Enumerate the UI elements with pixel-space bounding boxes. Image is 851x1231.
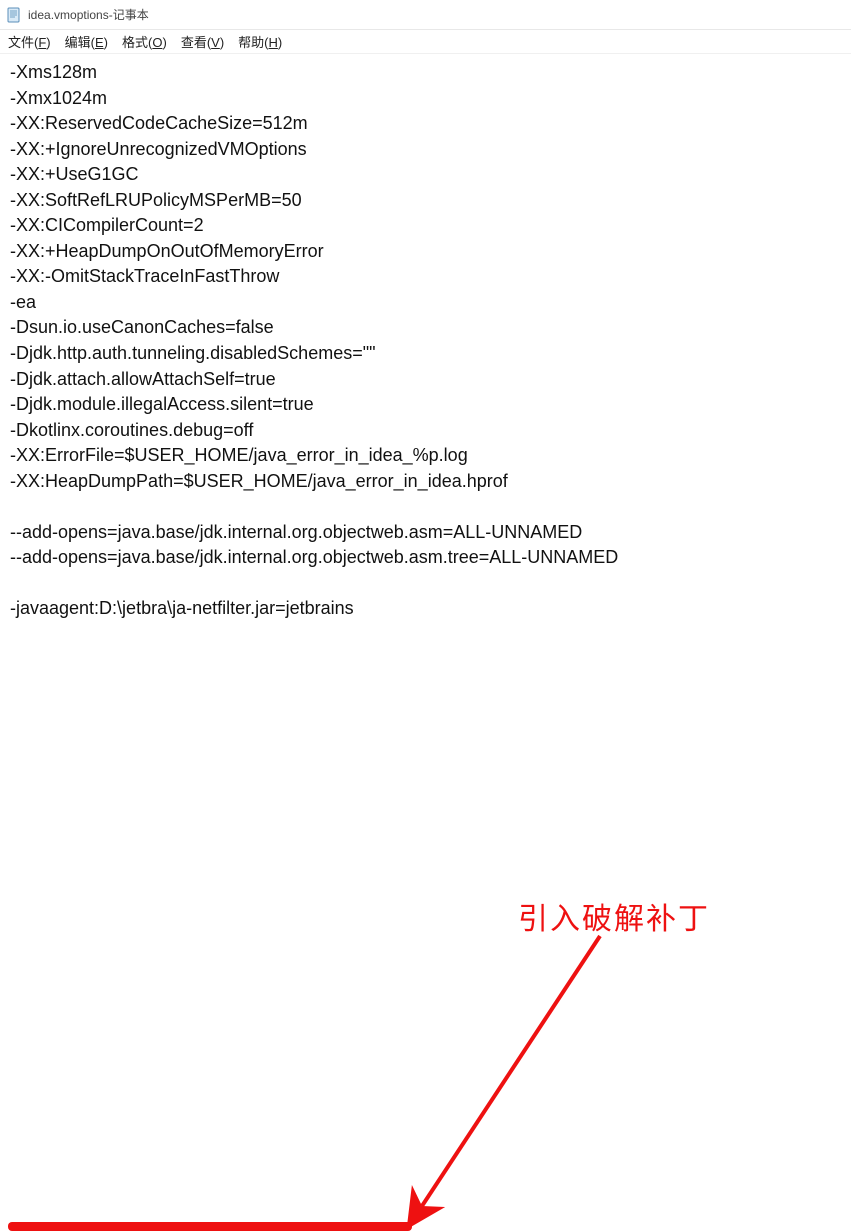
- notepad-icon: [6, 7, 22, 23]
- text-line: -XX:ErrorFile=$USER_HOME/java_error_in_i…: [10, 443, 843, 469]
- text-line: [10, 494, 843, 520]
- window-title-appname: 记事本: [113, 6, 149, 23]
- text-line: -XX:+IgnoreUnrecognizedVMOptions: [10, 137, 843, 163]
- text-area[interactable]: -Xms128m-Xmx1024m-XX:ReservedCodeCacheSi…: [0, 54, 851, 628]
- text-line: -Xms128m: [10, 60, 843, 86]
- text-line: -Djdk.http.auth.tunneling.disabledScheme…: [10, 341, 843, 367]
- text-line: -XX:CICompilerCount=2: [10, 213, 843, 239]
- text-line: -Djdk.module.illegalAccess.silent=true: [10, 392, 843, 418]
- titlebar: idea.vmoptions - 记事本: [0, 0, 851, 30]
- text-line: [10, 571, 843, 597]
- arrow-icon: [400, 924, 640, 1224]
- text-line: --add-opens=java.base/jdk.internal.org.o…: [10, 520, 843, 546]
- text-line: -Dkotlinx.coroutines.debug=off: [10, 418, 843, 444]
- text-line: -XX:ReservedCodeCacheSize=512m: [10, 111, 843, 137]
- text-line: -XX:+HeapDumpOnOutOfMemoryError: [10, 239, 843, 265]
- underline-highlight: [8, 1222, 412, 1231]
- text-line: -javaagent:D:\jetbra\ja-netfilter.jar=je…: [10, 596, 843, 622]
- text-line: -Djdk.attach.allowAttachSelf=true: [10, 367, 843, 393]
- text-line: -ea: [10, 290, 843, 316]
- text-line: -Xmx1024m: [10, 86, 843, 112]
- text-line: -XX:+UseG1GC: [10, 162, 843, 188]
- text-line: --add-opens=java.base/jdk.internal.org.o…: [10, 545, 843, 571]
- menu-edit[interactable]: 编辑(E): [65, 32, 108, 51]
- menubar: 文件(F) 编辑(E) 格式(O) 查看(V) 帮助(H): [0, 30, 851, 54]
- menu-view[interactable]: 查看(V): [181, 32, 224, 51]
- annotation-label: 引入破解补丁: [518, 894, 710, 938]
- menu-format[interactable]: 格式(O): [122, 32, 167, 51]
- menu-help[interactable]: 帮助(H): [238, 32, 282, 51]
- text-line: -XX:HeapDumpPath=$USER_HOME/java_error_i…: [10, 469, 843, 495]
- window-title-filename: idea.vmoptions: [28, 8, 109, 22]
- text-line: -Dsun.io.useCanonCaches=false: [10, 315, 843, 341]
- text-line: -XX:-OmitStackTraceInFastThrow: [10, 264, 843, 290]
- text-line: -XX:SoftRefLRUPolicyMSPerMB=50: [10, 188, 843, 214]
- menu-file[interactable]: 文件(F): [8, 32, 51, 51]
